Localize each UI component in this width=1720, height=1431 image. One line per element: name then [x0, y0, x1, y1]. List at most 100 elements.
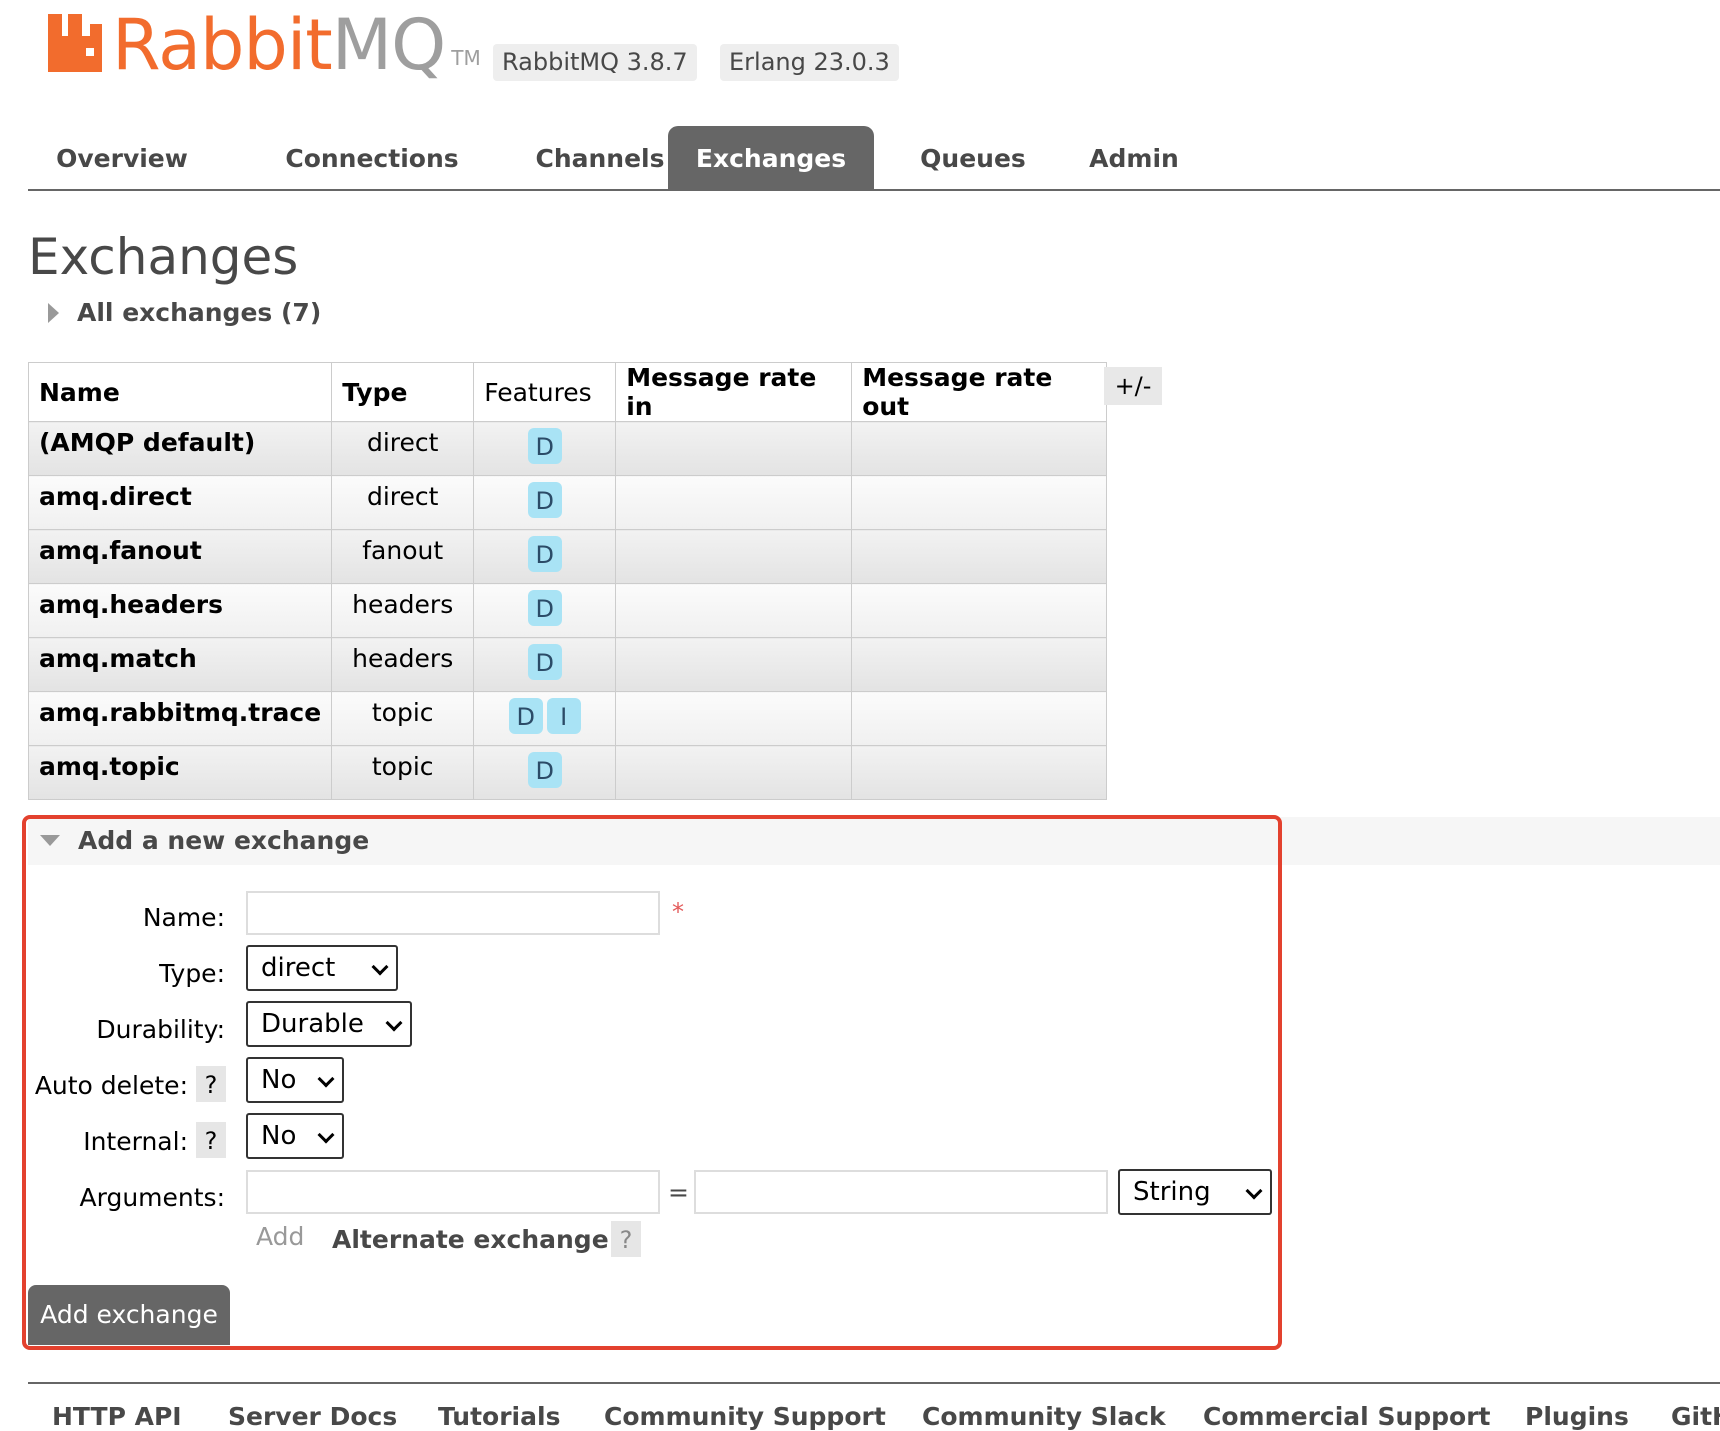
rate-out-cell	[851, 421, 1108, 476]
rate-out-cell	[851, 529, 1108, 584]
tab-admin[interactable]: Admin	[1068, 126, 1200, 189]
column-header-rate-out[interactable]: Message rate out	[851, 362, 1108, 422]
exchange-type: headers	[331, 637, 475, 692]
column-header-rate-in[interactable]: Message rate in	[615, 362, 853, 422]
footer: HTTP API Server Docs Tutorials Community…	[28, 1382, 1720, 1431]
internal-select[interactable]: No	[246, 1113, 344, 1159]
exchange-features: D	[473, 745, 617, 800]
footer-link-tutorials[interactable]: Tutorials	[438, 1402, 560, 1431]
rate-in-cell	[615, 529, 853, 584]
internal-label: Internal:	[83, 1127, 188, 1156]
exchange-type: fanout	[331, 529, 475, 584]
auto-delete-select[interactable]: No	[246, 1057, 344, 1103]
footer-link-community-support[interactable]: Community Support	[604, 1402, 886, 1431]
footer-link-community-slack[interactable]: Community Slack	[922, 1402, 1166, 1431]
chevron-down-icon	[385, 1014, 403, 1032]
table-row[interactable]: amq.topic topic D	[27, 745, 1108, 800]
all-exchanges-label: All exchanges (7)	[77, 298, 322, 327]
collapsed-arrow-icon	[48, 302, 59, 323]
feature-badge-durable: D	[508, 698, 543, 734]
exchange-name-link[interactable]: amq.match	[27, 637, 333, 692]
feature-badge-durable: D	[527, 428, 562, 464]
feature-badge-durable: D	[527, 590, 562, 626]
tab-exchanges[interactable]: Exchanges	[668, 126, 874, 189]
feature-badge-durable: D	[527, 482, 562, 518]
tab-overview[interactable]: Overview	[28, 126, 216, 189]
rate-in-cell	[615, 421, 853, 476]
rate-out-cell	[851, 691, 1108, 746]
logo-text-rabbit: Rabbit	[112, 4, 333, 86]
exchange-name-link[interactable]: amq.topic	[27, 745, 333, 800]
alternate-exchange-help-icon[interactable]: ?	[611, 1221, 641, 1257]
type-label: Type:	[159, 959, 225, 988]
rabbitmq-logo: Rabbit MQ TM	[48, 10, 481, 80]
toggle-columns-button[interactable]: +/-	[1104, 367, 1162, 405]
argument-key-input[interactable]	[246, 1170, 660, 1214]
table-row[interactable]: amq.direct direct D	[27, 475, 1108, 530]
logo-text-mq: MQ	[331, 4, 446, 86]
table-row[interactable]: amq.rabbitmq.trace topic DI	[27, 691, 1108, 746]
name-label: Name:	[142, 903, 225, 932]
feature-badge-durable: D	[527, 752, 562, 788]
add-exchange-button[interactable]: Add exchange	[28, 1285, 230, 1345]
column-header-features: Features	[473, 362, 617, 422]
rabbitmq-logo-icon	[48, 14, 102, 72]
durability-select[interactable]: Durable	[246, 1001, 412, 1047]
argument-value-input[interactable]	[694, 1170, 1108, 1214]
exchange-name-link[interactable]: amq.headers	[27, 583, 333, 638]
exchange-features: D	[473, 637, 617, 692]
rate-out-cell	[851, 475, 1108, 530]
column-header-type[interactable]: Type	[331, 362, 475, 422]
auto-delete-label: Auto delete:	[34, 1071, 188, 1100]
footer-link-plugins[interactable]: Plugins	[1525, 1402, 1629, 1431]
exchange-features: D	[473, 529, 617, 584]
durability-label: Durability:	[96, 1015, 225, 1044]
footer-link-commercial-support[interactable]: Commercial Support	[1203, 1402, 1491, 1431]
feature-badge-durable: D	[527, 644, 562, 680]
table-row[interactable]: (AMQP default) direct D	[27, 421, 1108, 476]
exchange-type-value: direct	[261, 953, 336, 983]
footer-link-http-api[interactable]: HTTP API	[52, 1402, 182, 1431]
argument-type-select[interactable]: String	[1118, 1169, 1272, 1215]
feature-badge-durable: D	[527, 536, 562, 572]
all-exchanges-toggle[interactable]: All exchanges (7)	[48, 298, 321, 327]
arguments-label: Arguments:	[79, 1183, 225, 1212]
exchange-name-input[interactable]	[246, 891, 660, 935]
exchanges-table: Name Type Features Message rate in Messa…	[27, 362, 1108, 800]
exchange-features: D	[473, 475, 617, 530]
exchange-name-link[interactable]: amq.direct	[27, 475, 333, 530]
auto-delete-value: No	[261, 1065, 297, 1095]
argument-type-value: String	[1133, 1177, 1211, 1207]
table-row[interactable]: amq.match headers D	[27, 637, 1108, 692]
column-header-name[interactable]: Name	[27, 362, 333, 422]
footer-link-github[interactable]: GitHub	[1671, 1402, 1720, 1431]
tab-queues[interactable]: Queues	[898, 126, 1048, 189]
durability-value: Durable	[261, 1009, 364, 1039]
exchange-type: direct	[331, 475, 475, 530]
chevron-down-icon	[1245, 1182, 1263, 1200]
exchange-name-link[interactable]: amq.fanout	[27, 529, 333, 584]
auto-delete-help-icon[interactable]: ?	[196, 1066, 226, 1102]
internal-help-icon[interactable]: ?	[196, 1122, 226, 1158]
rate-in-cell	[615, 583, 853, 638]
rate-in-cell	[615, 475, 853, 530]
rate-out-cell	[851, 745, 1108, 800]
required-marker: *	[672, 898, 684, 926]
rate-out-cell	[851, 637, 1108, 692]
internal-value: No	[261, 1121, 297, 1151]
rate-out-cell	[851, 583, 1108, 638]
exchange-features: D	[473, 583, 617, 638]
alternate-exchange-link[interactable]: Alternate exchange	[332, 1225, 609, 1254]
rabbitmq-version-badge: RabbitMQ 3.8.7	[493, 44, 697, 81]
rate-in-cell	[615, 691, 853, 746]
exchange-name-link[interactable]: (AMQP default)	[27, 421, 333, 476]
logo-trademark: TM	[451, 46, 481, 70]
table-row[interactable]: amq.headers headers D	[27, 583, 1108, 638]
exchange-name-link[interactable]: amq.rabbitmq.trace	[27, 691, 333, 746]
chevron-down-icon	[317, 1070, 335, 1088]
table-row[interactable]: amq.fanout fanout D	[27, 529, 1108, 584]
tab-connections[interactable]: Connections	[252, 126, 492, 189]
erlang-version-badge: Erlang 23.0.3	[720, 44, 899, 81]
footer-link-server-docs[interactable]: Server Docs	[228, 1402, 397, 1431]
exchange-type-select[interactable]: direct	[246, 945, 398, 991]
